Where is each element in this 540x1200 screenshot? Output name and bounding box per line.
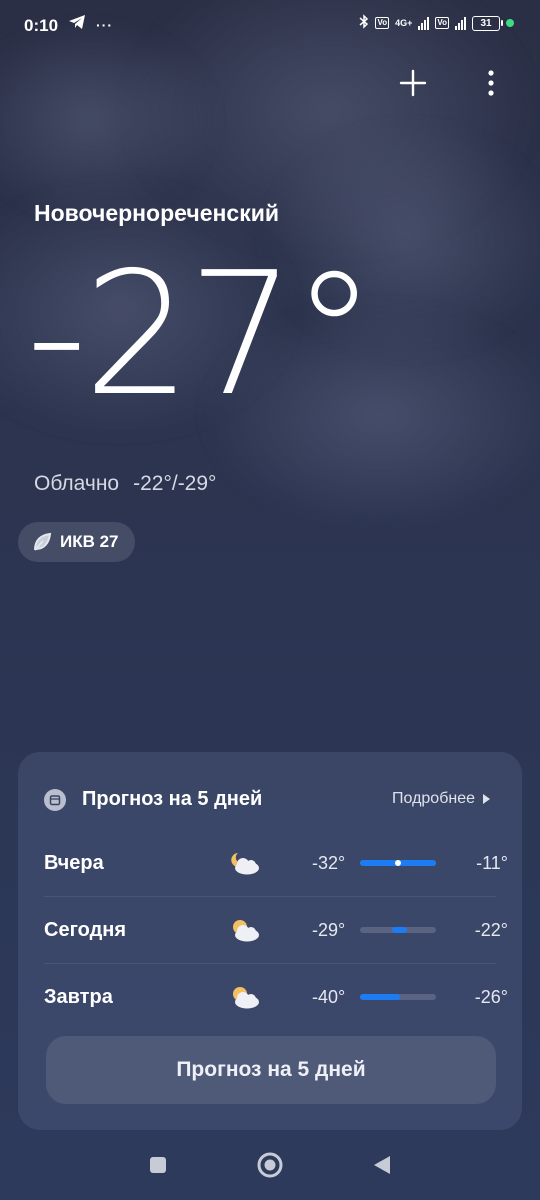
chevron-right-icon xyxy=(483,794,490,804)
condition-text: Облачно xyxy=(34,472,120,495)
forecast-title: Прогноз на 5 дней xyxy=(82,788,263,810)
partly-cloudy-day-icon xyxy=(229,918,261,942)
current-condition: Облачно -22°/-29° xyxy=(34,472,216,496)
telegram-icon xyxy=(68,14,86,35)
more-notifications-icon: ··· xyxy=(96,16,113,33)
volte-icon: Vo xyxy=(375,17,390,29)
battery-level: 31 xyxy=(480,17,492,29)
city-name: Новочернореченский xyxy=(34,200,279,226)
back-triangle-icon xyxy=(374,1155,390,1174)
day-label: Завтра xyxy=(44,985,113,1008)
day-label: Вчера xyxy=(44,851,104,874)
network-type: 4G+ xyxy=(395,18,413,28)
status-bar: 0:10 ··· Vo 4G+ Vo 31 xyxy=(0,0,540,52)
temp-range-fill xyxy=(360,994,400,1000)
high-temp: -26° xyxy=(474,986,508,1007)
partly-cloudy-day-icon xyxy=(229,985,261,1009)
more-options-button[interactable] xyxy=(474,66,508,100)
day-label: Сегодня xyxy=(44,918,127,941)
low-temp: -40° xyxy=(312,986,346,1007)
signal-2-icon xyxy=(455,16,466,30)
temp-range-bar xyxy=(360,927,436,933)
vertical-dots-icon xyxy=(488,70,494,96)
temp-range-bar xyxy=(360,860,436,866)
privacy-indicator-dot xyxy=(506,19,514,27)
forecast-row[interactable]: Завтра -40° -26° xyxy=(44,964,508,1030)
aqi-label: ИКВ 27 xyxy=(60,532,119,551)
leaf-icon xyxy=(34,532,52,551)
low-temp: -32° xyxy=(312,852,346,873)
forecast-card: Прогноз на 5 дней Подробнее Вчера -32° -… xyxy=(18,752,522,1130)
five-day-forecast-button[interactable]: Прогноз на 5 дней xyxy=(46,1036,496,1104)
forecast-row[interactable]: Сегодня -29° -22° xyxy=(44,897,508,964)
current-temp-marker xyxy=(395,860,401,866)
volte-2-icon: Vo xyxy=(435,17,449,29)
partly-cloudy-night-icon xyxy=(229,851,261,875)
battery-icon: 31 xyxy=(472,15,503,31)
navigation-bar xyxy=(0,1134,540,1200)
forecast-row[interactable]: Вчера -32° -11° xyxy=(44,830,508,897)
more-details-link[interactable]: Подробнее xyxy=(392,790,490,808)
high-temp: -11° xyxy=(476,852,508,873)
more-details-label: Подробнее xyxy=(392,790,475,807)
signal-icon xyxy=(418,16,430,30)
home-button[interactable] xyxy=(256,1151,284,1184)
current-temperature: -27° xyxy=(26,236,377,434)
temp-range: -22°/-29° xyxy=(133,472,217,495)
calendar-icon xyxy=(44,788,66,811)
status-time: 0:10 xyxy=(24,16,59,35)
recents-button[interactable] xyxy=(148,1155,168,1180)
add-city-button[interactable] xyxy=(396,66,430,100)
high-temp: -22° xyxy=(474,919,508,940)
five-day-forecast-button-label: Прогноз на 5 дней xyxy=(176,1058,366,1081)
bluetooth-icon xyxy=(359,14,369,32)
low-temp: -29° xyxy=(312,919,346,940)
temp-range-bar xyxy=(360,994,436,1000)
aqi-chip[interactable]: ИКВ 27 xyxy=(18,522,135,562)
back-button[interactable] xyxy=(372,1154,392,1181)
home-circle-icon xyxy=(257,1152,283,1177)
square-icon xyxy=(150,1156,166,1173)
temp-range-fill xyxy=(391,927,408,933)
plus-icon xyxy=(399,69,427,97)
